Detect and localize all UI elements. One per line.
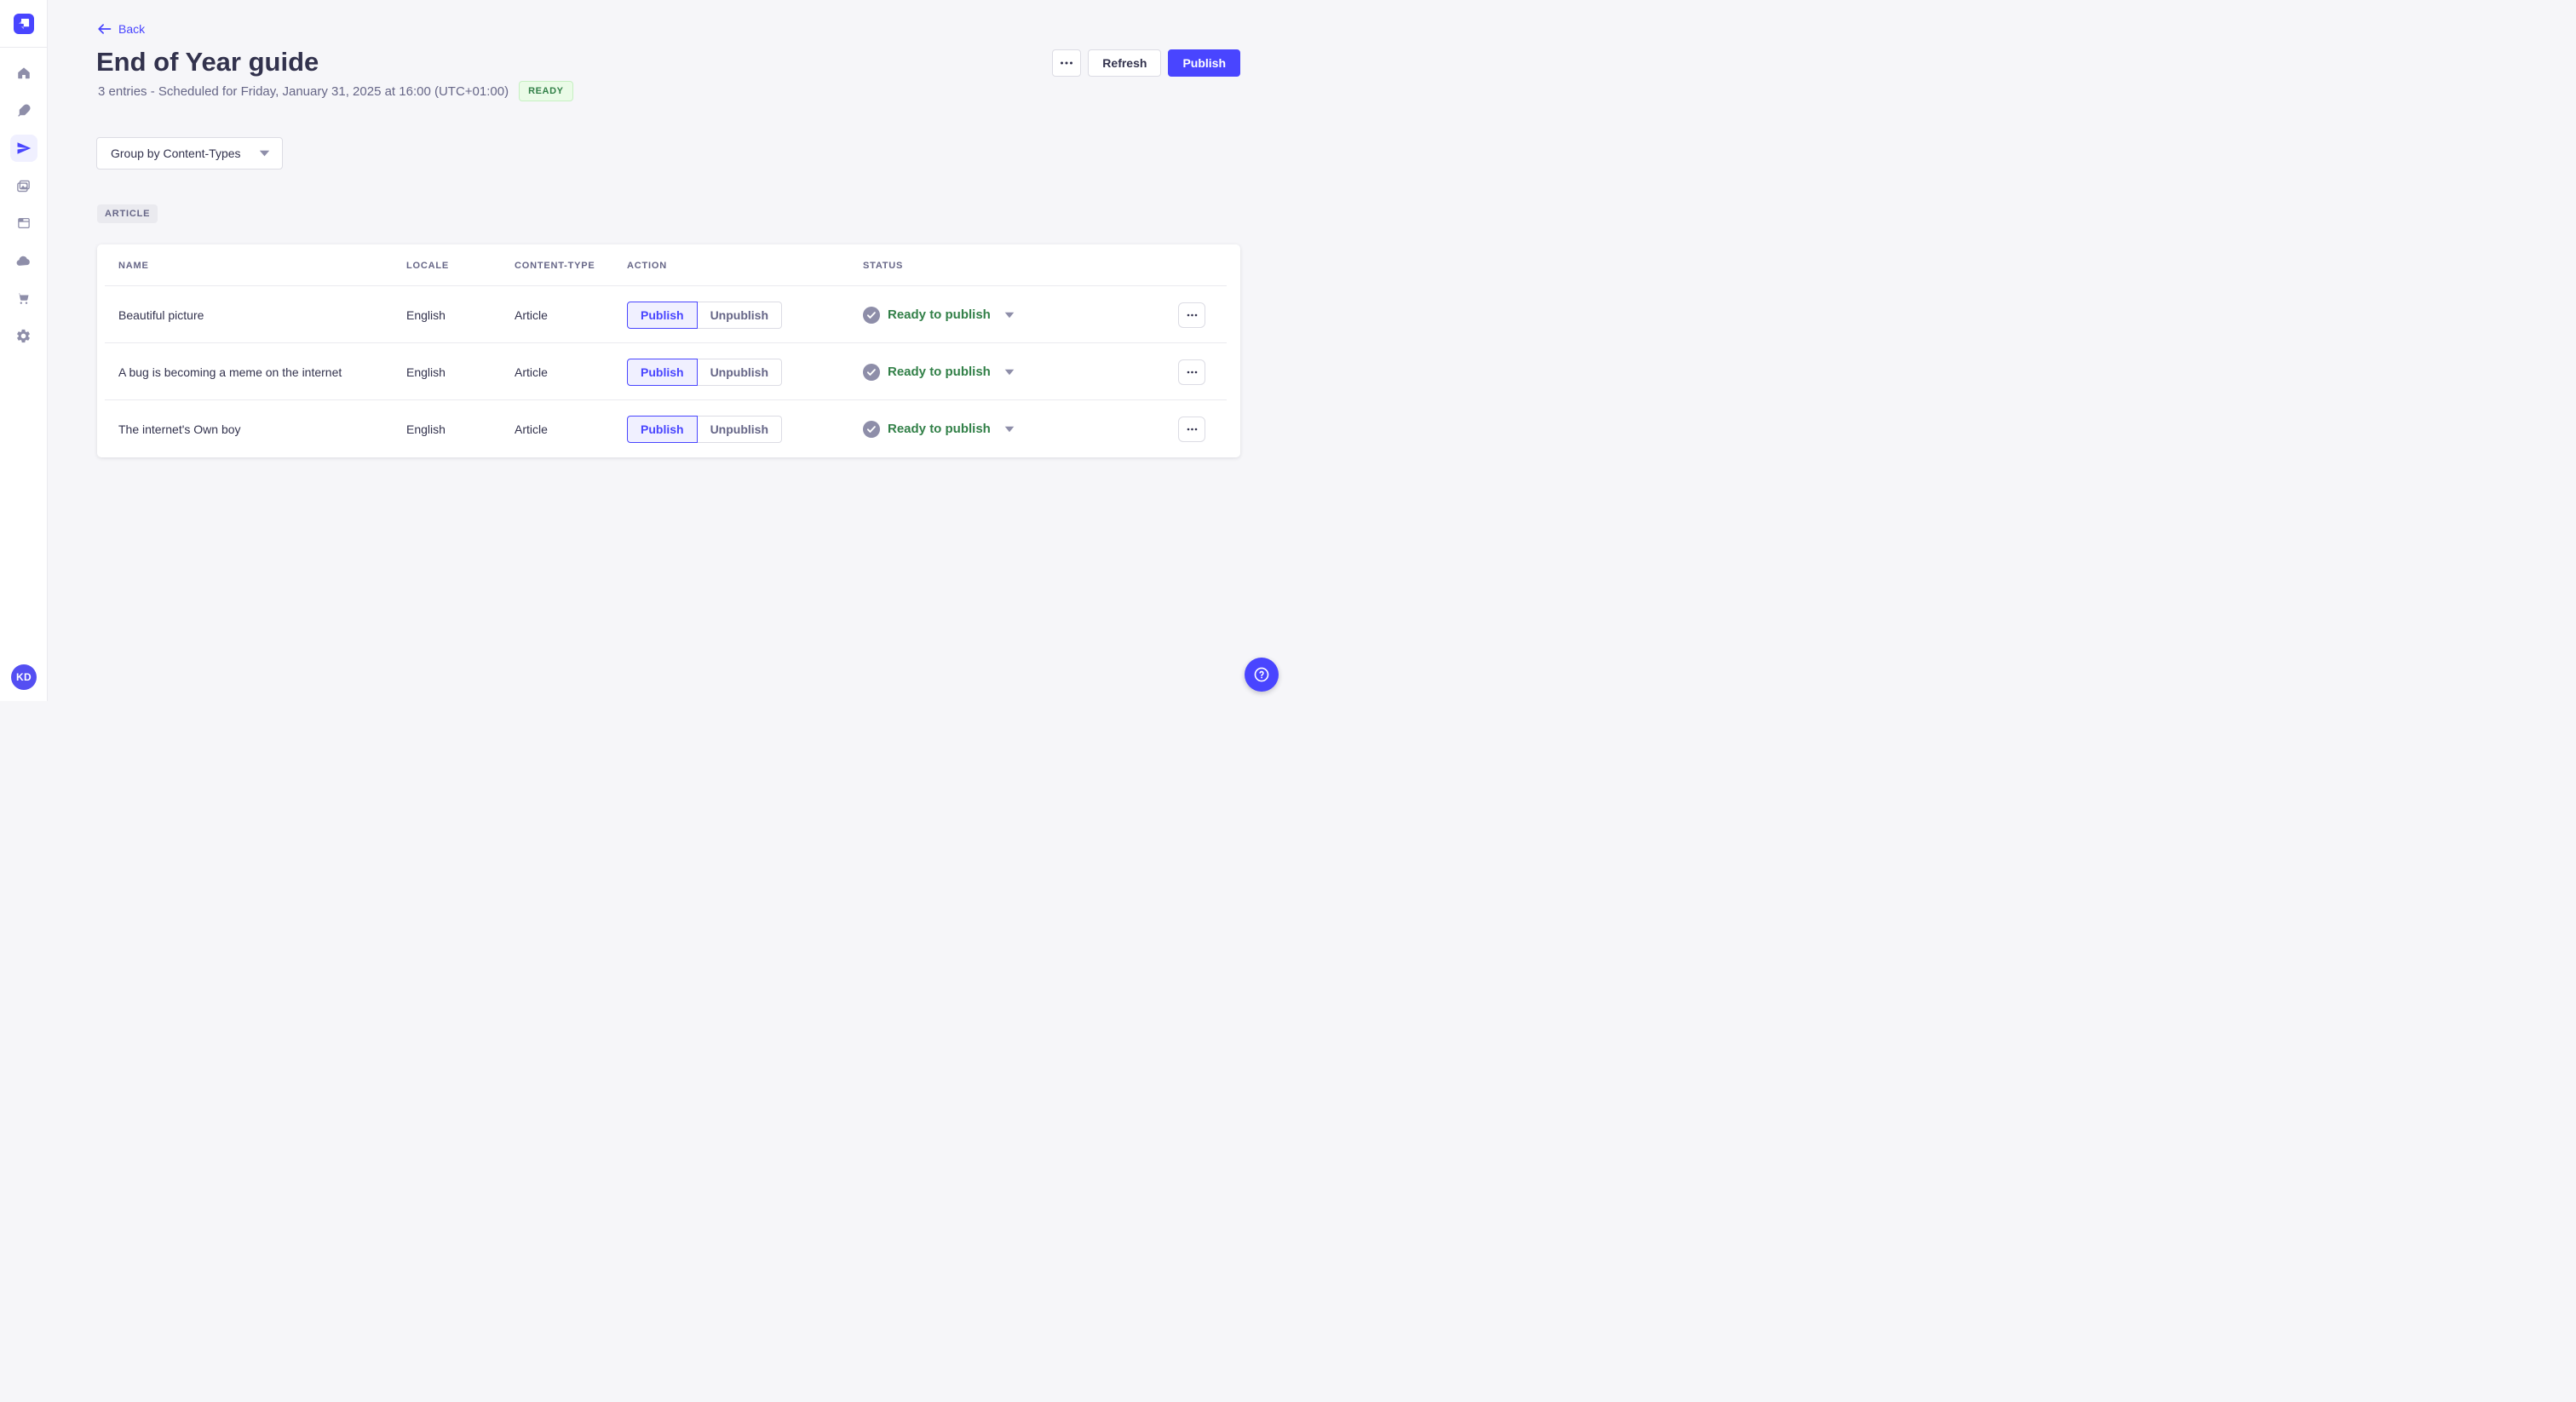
back-link[interactable]: Back — [97, 22, 145, 36]
user-avatar[interactable]: KD — [11, 664, 37, 690]
entry-content-type: Article — [515, 365, 548, 379]
more-options-button[interactable] — [1052, 49, 1082, 77]
entry-content-type: Article — [515, 422, 548, 436]
header-actions: Refresh Publish — [1052, 49, 1240, 77]
entry-status-dropdown[interactable]: Ready to publish — [863, 306, 1178, 324]
publish-toggle-button[interactable]: Publish — [627, 301, 698, 329]
row-actions-button[interactable] — [1178, 416, 1205, 442]
column-header-action: ACTION — [627, 260, 667, 271]
table-row: A bug is becoming a meme on the internet… — [97, 343, 1240, 400]
layout-panel-icon — [16, 215, 32, 231]
table-row: The internet's Own boy English Article P… — [97, 400, 1240, 457]
group-by-value: Group by Content-Types — [111, 147, 241, 160]
pictures-icon — [15, 178, 32, 194]
sidebar-item-deploy[interactable] — [10, 247, 37, 274]
column-header-content-type: CONTENT-TYPE — [515, 260, 595, 271]
column-header-status: STATUS — [863, 260, 904, 271]
entry-action-toggle: Publish Unpublish — [627, 358, 863, 386]
unpublish-toggle-button[interactable]: Unpublish — [697, 301, 782, 329]
ellipsis-icon — [1187, 428, 1198, 431]
page-title: End of Year guide — [96, 47, 319, 77]
entry-name: A bug is becoming a meme on the internet — [118, 365, 342, 379]
back-label: Back — [118, 22, 146, 36]
home-icon — [16, 66, 32, 81]
sidebar-item-media-library[interactable] — [10, 172, 37, 199]
entry-action-toggle: Publish Unpublish — [627, 301, 863, 329]
feather-pen-icon — [16, 103, 32, 118]
sidebar-item-content-type-builder[interactable] — [10, 210, 37, 237]
shopping-cart-icon — [15, 290, 32, 307]
release-page: KD Back End of Year guide 3 entries - Sc… — [0, 0, 1288, 701]
entries-table: NAME LOCALE CONTENT-TYPE ACTION STATUS B… — [97, 244, 1240, 457]
check-circle-icon — [863, 420, 880, 438]
gear-icon — [15, 328, 32, 344]
check-circle-icon — [863, 363, 880, 381]
entry-status-label: Ready to publish — [888, 307, 991, 322]
sidebar-item-marketplace[interactable] — [10, 284, 37, 312]
table-row: Beautiful picture English Article Publis… — [97, 286, 1240, 343]
help-button[interactable] — [1245, 658, 1279, 692]
entry-status-dropdown[interactable]: Ready to publish — [863, 420, 1178, 438]
sidebar-item-content[interactable] — [10, 97, 37, 124]
ellipsis-icon — [1187, 371, 1198, 374]
entry-status-label: Ready to publish — [888, 365, 991, 379]
content-type-group-badge: ARTICLE — [97, 204, 158, 223]
group-by-select[interactable]: Group by Content-Types — [96, 137, 283, 170]
entry-status-label: Ready to publish — [888, 422, 991, 436]
entry-locale: English — [406, 422, 446, 436]
column-header-locale: LOCALE — [406, 260, 450, 271]
sidebar-nav — [0, 48, 47, 349]
entry-name: Beautiful picture — [118, 307, 204, 322]
subtitle-row: 3 entries - Scheduled for Friday, Januar… — [98, 81, 573, 101]
entry-action-toggle: Publish Unpublish — [627, 415, 863, 443]
paper-plane-icon — [16, 141, 32, 156]
publish-toggle-button[interactable]: Publish — [627, 358, 698, 386]
publish-toggle-button[interactable]: Publish — [627, 415, 698, 443]
table-header-row: NAME LOCALE CONTENT-TYPE ACTION STATUS — [97, 244, 1240, 286]
help-question-mark-icon — [1252, 665, 1271, 684]
sidebar-item-settings[interactable] — [10, 322, 37, 349]
arrow-left-icon — [97, 23, 112, 35]
strapi-logo-icon[interactable] — [13, 13, 34, 34]
chevron-down-icon — [259, 150, 270, 157]
unpublish-toggle-button[interactable]: Unpublish — [697, 415, 782, 443]
status-badge: READY — [519, 81, 573, 101]
refresh-button[interactable]: Refresh — [1088, 49, 1162, 77]
caret-down-icon — [1004, 426, 1015, 433]
sidebar: KD — [0, 0, 48, 701]
ellipsis-icon — [1060, 61, 1073, 65]
entry-content-type: Article — [515, 307, 548, 322]
caret-down-icon — [1004, 312, 1015, 319]
sidebar-item-releases[interactable] — [9, 135, 37, 162]
ellipsis-icon — [1187, 313, 1198, 317]
row-actions-button[interactable] — [1178, 302, 1205, 328]
entry-locale: English — [406, 365, 446, 379]
check-circle-icon — [863, 306, 880, 324]
entry-locale: English — [406, 307, 446, 322]
entry-status-dropdown[interactable]: Ready to publish — [863, 363, 1178, 381]
entry-name: The internet's Own boy — [118, 422, 241, 436]
publish-release-button[interactable]: Publish — [1168, 49, 1240, 77]
column-header-name: NAME — [118, 260, 149, 271]
unpublish-toggle-button[interactable]: Unpublish — [697, 358, 782, 386]
sidebar-header — [0, 0, 47, 48]
caret-down-icon — [1004, 369, 1015, 376]
row-actions-button[interactable] — [1178, 359, 1205, 385]
sidebar-item-home[interactable] — [10, 60, 37, 87]
release-summary: 3 entries - Scheduled for Friday, Januar… — [98, 83, 509, 99]
cloud-icon — [15, 253, 32, 269]
